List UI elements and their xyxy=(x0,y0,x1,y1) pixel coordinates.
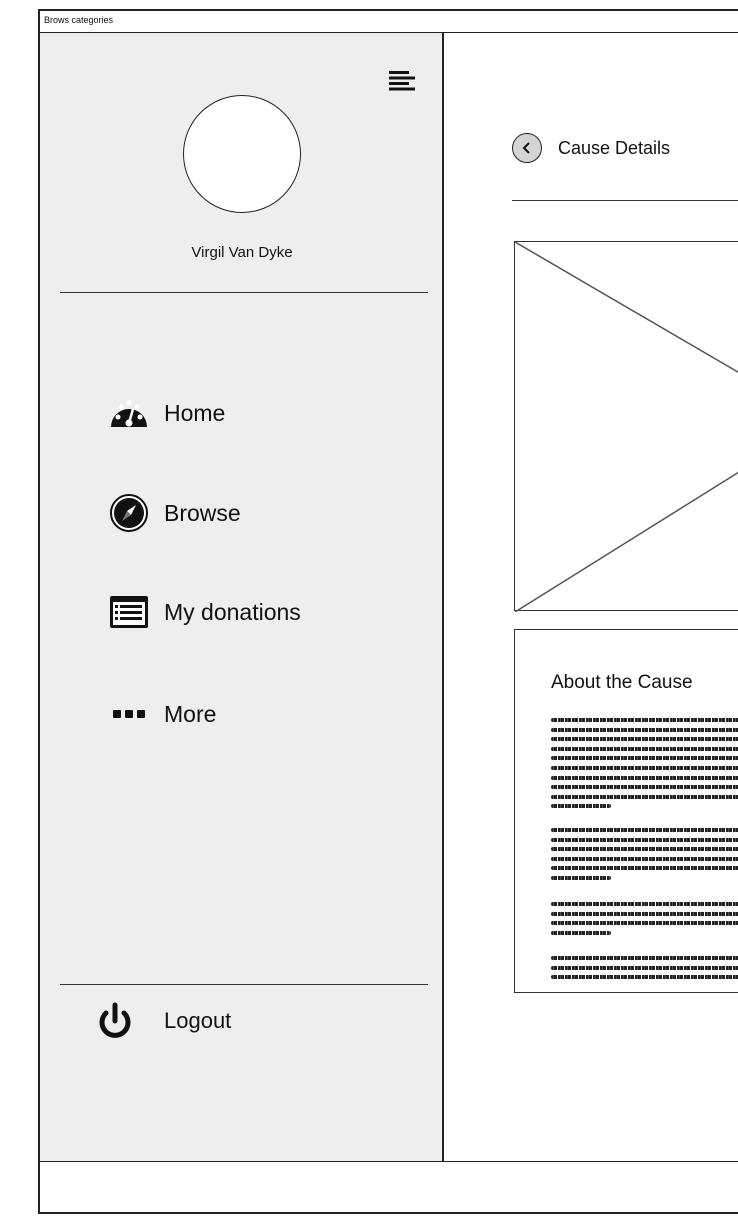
power-icon xyxy=(94,1000,136,1042)
about-card: About the Cause xyxy=(514,629,738,993)
title-bar: Brows categories xyxy=(40,11,738,33)
text-line xyxy=(551,856,738,861)
logout-label: Logout xyxy=(164,1008,232,1033)
chevron-left-icon xyxy=(522,142,530,154)
image-placeholder xyxy=(514,241,738,612)
window-title: Brows categories xyxy=(44,15,114,25)
text-line xyxy=(551,921,738,926)
paragraph-2 xyxy=(551,828,738,886)
sidebar-item-my-donations[interactable]: My donations xyxy=(108,590,301,634)
header-row: Cause Details xyxy=(512,133,670,163)
text-line xyxy=(551,965,738,970)
text-line xyxy=(551,828,738,832)
text-line xyxy=(551,804,611,809)
text-line xyxy=(551,727,738,732)
paragraph-1 xyxy=(551,718,738,814)
text-line xyxy=(551,956,738,960)
compass-icon xyxy=(108,492,150,534)
dashboard-gauge-icon xyxy=(108,392,150,434)
text-line xyxy=(551,847,738,852)
text-line xyxy=(551,875,611,880)
text-line xyxy=(551,794,738,799)
about-title: About the Cause xyxy=(551,672,693,693)
app-window: Brows categories Virgil Van Dyke Home Br… xyxy=(38,9,738,1214)
text-line xyxy=(551,737,738,742)
sidebar: Virgil Van Dyke Home Browse My donations… xyxy=(40,33,444,1161)
paragraph-4 xyxy=(551,956,738,985)
profile-divider xyxy=(60,292,428,293)
paragraph-3 xyxy=(551,902,738,940)
text-line xyxy=(551,902,738,906)
text-line xyxy=(551,866,738,871)
header-divider xyxy=(512,200,738,201)
text-line xyxy=(551,746,738,751)
text-line xyxy=(551,718,738,722)
avatar[interactable] xyxy=(183,95,301,213)
logout-divider xyxy=(60,984,428,985)
text-line xyxy=(551,765,738,770)
page-title: Cause Details xyxy=(558,137,671,158)
user-name: Virgil Van Dyke xyxy=(191,244,293,261)
list-icon xyxy=(108,591,150,633)
text-line xyxy=(551,785,738,790)
sidebar-item-label: My donations xyxy=(164,598,301,625)
sidebar-item-label: Browse xyxy=(164,499,241,526)
sidebar-item-browse[interactable]: Browse xyxy=(108,491,241,535)
bottom-border xyxy=(40,1161,738,1162)
text-line xyxy=(551,930,611,935)
hamburger-icon[interactable] xyxy=(387,69,417,93)
sidebar-item-more[interactable]: More xyxy=(108,692,216,736)
back-button[interactable] xyxy=(512,133,542,163)
text-line xyxy=(551,775,738,780)
sidebar-item-label: More xyxy=(164,700,217,727)
text-line xyxy=(551,837,738,842)
sidebar-item-home[interactable]: Home xyxy=(108,391,225,435)
text-line xyxy=(551,975,738,980)
main-content: Cause Details About the Cause xyxy=(444,33,738,1161)
text-line xyxy=(551,911,738,916)
sidebar-item-label: Home xyxy=(164,399,226,426)
text-line xyxy=(551,756,738,761)
logout-button[interactable]: Logout xyxy=(94,999,231,1043)
more-dots-icon xyxy=(108,693,150,735)
